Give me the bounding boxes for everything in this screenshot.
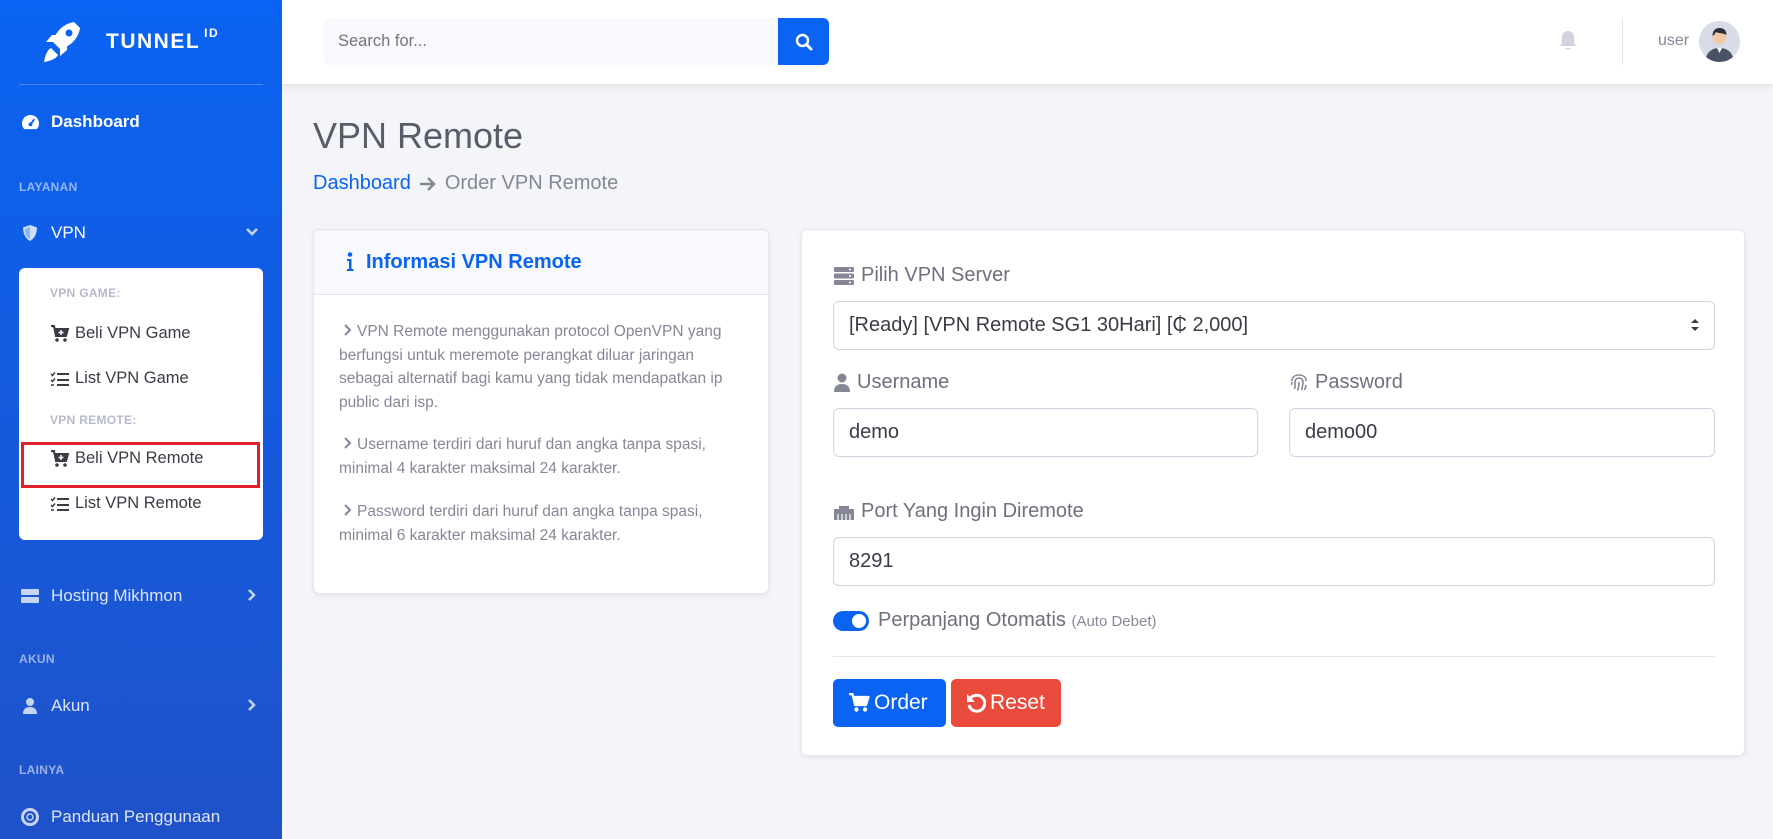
info-item: VPN Remote menggunakan protocol OpenVPN …	[339, 323, 723, 411]
vpn-submenu: VPN GAME: Beli VPN Game List VPN Game VP…	[19, 268, 263, 540]
user-icon	[834, 373, 850, 392]
order-button[interactable]: Order	[833, 679, 946, 727]
tasks-icon	[50, 496, 69, 511]
user-name[interactable]: user	[1658, 32, 1689, 50]
ethernet-icon	[834, 505, 854, 520]
breadcrumb-current: Order VPN Remote	[444, 172, 619, 194]
cart-icon	[849, 693, 870, 712]
topbar: user	[282, 0, 1773, 84]
info-icon	[347, 252, 354, 271]
search-bar	[323, 18, 832, 65]
port-label: Port Yang Ingin Diremote	[833, 500, 1084, 523]
topbar-divider	[1622, 18, 1623, 65]
port-field[interactable]: 8291	[833, 537, 1715, 586]
info-card-header: Informasi VPN Remote	[314, 230, 768, 295]
sidebar-divider	[19, 84, 263, 85]
avatar[interactable]	[1699, 21, 1740, 62]
submenu-item-list-vpn-game[interactable]: List VPN Game	[50, 369, 189, 388]
tachometer-icon	[20, 112, 40, 132]
sidebar-item-label: Dashboard	[51, 112, 140, 131]
cart-plus-icon	[51, 324, 70, 342]
highlight-box	[21, 442, 260, 488]
sidebar-heading: LAYANAN	[19, 180, 78, 194]
sidebar-item-vpn[interactable]: VPN	[0, 211, 282, 255]
chevron-right-icon	[344, 437, 352, 449]
sidebar-item-akun[interactable]: Akun	[0, 684, 282, 728]
search-button[interactable]	[778, 18, 829, 65]
server-label: Pilih VPN Server	[833, 264, 1010, 287]
sidebar: TUNNEL ID Dashboard LAYANAN VPN VPN GAME:…	[0, 0, 282, 839]
info-card-title: Informasi VPN Remote	[366, 250, 582, 273]
submenu-heading: VPN REMOTE:	[50, 413, 137, 427]
bell-icon[interactable]	[1558, 30, 1578, 52]
password-field[interactable]: demo00	[1289, 408, 1715, 457]
chevron-right-icon	[248, 589, 256, 601]
password-label: Password	[1289, 371, 1403, 394]
username-label: Username	[833, 371, 949, 394]
info-card: Informasi VPN Remote VPN Remote mengguna…	[313, 229, 769, 594]
select-arrows-icon	[1691, 319, 1699, 331]
user-avatar-icon	[1699, 21, 1740, 62]
sidebar-heading: AKUN	[19, 652, 55, 666]
info-item: Password terdiri dari huruf dan angka ta…	[339, 503, 703, 544]
sidebar-item-hosting-mikhmon[interactable]: Hosting Mikhmon	[0, 574, 282, 618]
submenu-heading: VPN GAME:	[50, 286, 121, 300]
life-ring-icon	[20, 807, 40, 827]
chevron-right-icon	[248, 699, 256, 711]
search-icon	[795, 33, 812, 50]
fingerprint-icon	[1290, 373, 1307, 391]
chevron-down-icon	[246, 228, 258, 236]
chevron-right-icon	[344, 504, 352, 516]
server-icon	[834, 266, 854, 285]
auto-renew-label: Perpanjang Otomatis (Auto Debet)	[878, 609, 1157, 631]
sidebar-item-dashboard[interactable]: Dashboard	[0, 100, 282, 144]
server-icon	[20, 586, 40, 606]
sidebar-item-label: Hosting Mikhmon	[51, 586, 183, 605]
undo-icon	[967, 693, 986, 713]
sidebar-item-panduan[interactable]: Panduan Penggunaan	[0, 795, 282, 839]
rocket-icon	[44, 22, 80, 62]
submenu-item-beli-vpn-game[interactable]: Beli VPN Game	[50, 324, 191, 343]
username-field[interactable]: demo	[833, 408, 1258, 457]
reset-button[interactable]: Reset	[951, 679, 1061, 727]
breadcrumb: Dashboard Order VPN Remote	[313, 172, 618, 195]
server-select[interactable]: [Ready] [VPN Remote SG1 30Hari] [₵ 2,000…	[833, 301, 1715, 350]
brand-name: TUNNEL ID	[106, 26, 220, 53]
page-title: VPN Remote	[313, 115, 524, 156]
search-input[interactable]	[323, 18, 778, 65]
shield-icon	[20, 223, 40, 243]
user-icon	[20, 696, 40, 716]
submenu-item-label: Beli VPN Game	[75, 324, 191, 342]
brand[interactable]: TUNNEL ID	[0, 0, 282, 84]
sidebar-item-label: Akun	[51, 696, 90, 715]
submenu-item-label: List VPN Game	[75, 369, 189, 387]
chevron-right-icon	[344, 324, 352, 336]
info-item: Username terdiri dari huruf dan angka ta…	[339, 436, 706, 477]
submenu-item-label: List VPN Remote	[75, 494, 202, 512]
order-form-card: Pilih VPN Server [Ready] [VPN Remote SG1…	[801, 229, 1745, 756]
auto-renew-toggle[interactable]	[833, 611, 869, 631]
submenu-item-list-vpn-remote[interactable]: List VPN Remote	[50, 494, 202, 513]
arrow-right-icon	[419, 176, 436, 191]
sidebar-item-label: VPN	[51, 223, 86, 242]
sidebar-item-label: Panduan Penggunaan	[51, 807, 221, 826]
sidebar-heading: LAINYA	[19, 763, 65, 777]
breadcrumb-link-dashboard[interactable]: Dashboard	[313, 172, 411, 195]
tasks-icon	[50, 371, 69, 386]
form-divider	[833, 656, 1715, 657]
